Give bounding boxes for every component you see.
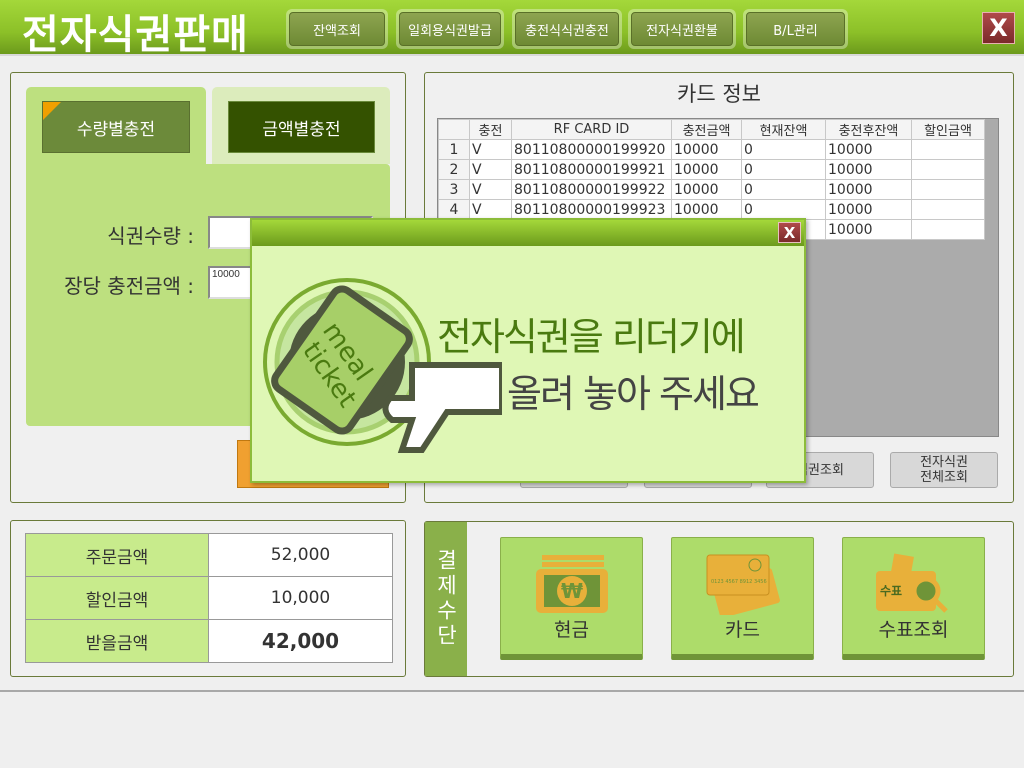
table-cell[interactable]: 0 [741,199,826,220]
table-cell[interactable]: 10000 [671,159,742,180]
all-ticket-lookup-button[interactable]: 전자식권 전체조회 [890,452,998,488]
qty-charge-button[interactable]: 수량별충전 [42,101,190,153]
selected-corner-icon [43,102,61,120]
svg-text:수표: 수표 [880,584,902,598]
table-cell[interactable] [911,159,985,180]
column-header[interactable]: 충전 [469,119,512,140]
table-cell[interactable] [911,139,985,160]
table-cell[interactable] [911,219,985,240]
table-cell[interactable] [911,179,985,200]
amount-charge-label: 금액별충전 [262,119,341,140]
table-row[interactable]: 4 V 80110800000199923 10000 0 10000 [438,199,985,220]
summary-table: 주문금액 52,000 할인금액 10,000 받을금액 42,000 [25,533,393,663]
svg-text:₩: ₩ [560,579,582,603]
table-cell[interactable]: 0 [741,159,826,180]
table-cell[interactable]: 10000 [825,219,912,240]
table-cell[interactable]: V [469,199,512,220]
table-cell[interactable]: 3 [438,179,470,200]
table-row[interactable]: 2 V 80110800000199921 10000 0 10000 [438,159,985,180]
nav-disposable-button[interactable]: 일회용식권발급 [396,9,504,49]
summary-row-discount: 할인금액 10,000 [25,576,393,620]
table-cell[interactable]: 10000 [671,179,742,200]
payment-label: 결제수단 [425,522,467,676]
table-cell[interactable]: 0 [741,139,826,160]
column-header[interactable] [438,119,470,140]
qty-label: 식권수량 : [107,224,194,248]
nav-label: B/L관리 [746,12,845,46]
column-header[interactable]: 현재잔액 [741,119,826,140]
amount-charge-button[interactable]: 금액별충전 [228,101,375,153]
table-cell[interactable] [911,199,985,220]
check-search-icon: 수표 [875,553,948,613]
column-header[interactable]: 할인금액 [911,119,985,140]
summary-row-order: 주문금액 52,000 [25,533,393,577]
column-header[interactable]: RF CARD ID [511,119,672,140]
dialog-close-button[interactable]: X [778,222,801,243]
cash-button[interactable]: ₩ 현금 [500,537,643,660]
message-line1: 전자식권을 리더기에 [437,306,746,361]
table-cell[interactable]: 10000 [825,179,912,200]
card-button[interactable]: 0123 4567 8912 3456 카드 [671,537,814,660]
table-cell[interactable]: 0 [741,179,826,200]
column-header[interactable]: 충전금액 [671,119,742,140]
cash-label: 현금 [554,619,589,641]
nav-label: 전자식권환불 [631,12,733,46]
nav-label: 일회용식권발급 [399,12,501,46]
table-cell[interactable]: 80110800000199921 [511,159,672,180]
table-row[interactable]: 1 V 80110800000199920 10000 0 10000 [438,139,985,160]
table-cell[interactable]: 10000 [671,199,742,220]
table-cell[interactable]: 4 [438,199,470,220]
table-cell[interactable]: 1 [438,139,470,160]
card-label: 카드 [725,619,760,641]
svg-text:0123 4567 8912 3456: 0123 4567 8912 3456 [711,579,767,585]
table-cell[interactable]: 80110800000199923 [511,199,672,220]
due-amount-label: 받을금액 [25,619,209,663]
table-cell[interactable]: 80110800000199920 [511,139,672,160]
nav-refund-button[interactable]: 전자식권환불 [628,9,736,49]
due-amount-value: 42,000 [208,619,393,663]
unit-amount-label: 장당 충전금액 : [64,274,194,298]
column-header[interactable]: 충전후잔액 [825,119,912,140]
discount-amount-label: 할인금액 [25,576,209,620]
nav-label: 충전식식권충전 [515,12,619,46]
table-cell[interactable]: V [469,139,512,160]
table-cell[interactable]: 10000 [825,159,912,180]
message-part-a: 전자식권을 [437,315,604,359]
nav-label: 잔액조회 [289,12,385,46]
nav-recharge-button[interactable]: 충전식식권충전 [512,9,622,49]
meal-ticket-reader-icon: meal ticket [263,278,502,453]
message-line2: 올려 놓아 주세요 [507,372,760,416]
table-cell[interactable]: 80110800000199922 [511,179,672,200]
close-button[interactable]: X [982,12,1015,44]
table-cell[interactable]: V [469,159,512,180]
header-bar: 전자식권판매 잔액조회 일회용식권발급 충전식식권충전 전자식권환불 B/L관리… [0,0,1024,58]
credit-card-icon: 0123 4567 8912 3456 [706,554,780,615]
cash-icon: ₩ [535,555,608,613]
discount-amount-value: 10,000 [208,576,393,620]
qty-charge-label: 수량별충전 [76,119,156,140]
table-cell[interactable]: 10000 [671,139,742,160]
check-lookup-button[interactable]: 수표 수표조회 [842,537,985,660]
check-lookup-label: 수표조회 [878,619,949,641]
table-cell[interactable]: 10000 [825,199,912,220]
card-info-title: 카드 정보 [677,82,761,106]
table-cell[interactable]: 10000 [825,139,912,160]
order-amount-value: 52,000 [208,533,393,577]
reader-prompt-dialog: X meal ticket 전자식권을 리더기에 올려 놓아 주세요 [250,218,806,483]
app-title: 전자식권판매 [22,12,249,58]
table-cell[interactable]: 2 [438,159,470,180]
summary-row-due: 받을금액 42,000 [25,619,393,663]
footer-divider [0,690,1024,692]
nav-bl-button[interactable]: B/L관리 [743,9,848,49]
order-amount-label: 주문금액 [25,533,209,577]
message-part-b: 리더기에 [611,315,746,359]
dialog-title-bar [252,220,804,246]
table-cell[interactable]: V [469,179,512,200]
table-row[interactable]: 3 V 80110800000199922 10000 0 10000 [438,179,985,200]
nav-balance-button[interactable]: 잔액조회 [286,9,388,49]
